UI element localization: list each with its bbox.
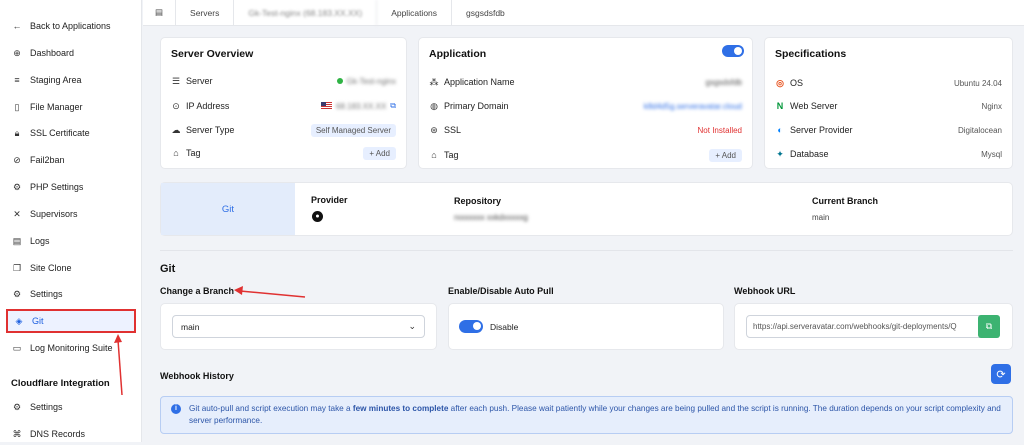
sidebar-item-file-manager[interactable]: ▯ File Manager [6, 96, 136, 118]
digitalocean-icon: ◐ [777, 125, 783, 135]
app-name-value: gsgsdsfdb [705, 77, 742, 87]
lock-icon: 🔒︎ [14, 127, 20, 138]
ip-value: 68.183.XX.XX [336, 101, 387, 111]
specifications-card: Specifications ◎ OS Ubuntu 24.04 N Web S… [764, 37, 1013, 169]
git-info-card: Git Provider ● Repository rxxxxxxx xxkdx… [160, 182, 1013, 236]
nginx-icon: N [776, 101, 784, 111]
server-value[interactable]: Gk-Test-nginx [347, 77, 396, 86]
sidebar-item-git[interactable]: ◈ Git [6, 309, 136, 333]
refresh-button[interactable]: ⟳ [991, 364, 1011, 384]
ssl-icon: ⊛ [430, 124, 438, 135]
copy-webhook-button[interactable]: ⧉ [978, 315, 1000, 338]
ubuntu-icon: ◎ [776, 77, 784, 88]
sidebar: ← Back to Applications ⊕ Dashboard ≡ Sta… [0, 0, 142, 442]
staging-icon: ≡ [14, 75, 20, 85]
server-icon: ☰ [171, 75, 181, 86]
git-section-title: Git [160, 263, 176, 275]
ban-icon: ⊘ [13, 154, 21, 165]
breadcrumb-server[interactable]: Gk-Test-nginx (68.183.XX.XX) [234, 0, 378, 26]
github-icon: ● [312, 211, 323, 222]
info-alert: i Git auto-pull and script execution may… [160, 396, 1013, 434]
sidebar-item-cf-settings[interactable]: ⚙ Settings [6, 396, 136, 418]
location-icon: ⊙ [172, 100, 180, 111]
auto-pull-label: Enable/Disable Auto Pull [448, 286, 554, 296]
sidebar-item-ssl-certificate[interactable]: 🔒︎ SSL Certificate [6, 122, 136, 144]
arrow-to-branch-line [239, 290, 306, 298]
application-title: Application [429, 48, 487, 60]
sidebar-toggle-icon[interactable]: ▤ [143, 0, 177, 26]
chevron-down-icon: ⌄ [408, 321, 416, 331]
sidebar-item-php-settings[interactable]: ⚙ PHP Settings [6, 176, 136, 198]
sidebar-item-supervisors[interactable]: ✕ Supervisors [6, 203, 136, 225]
sidebar-item-site-clone[interactable]: ❐ Site Clone [6, 257, 136, 279]
breadcrumb-bar: ▤ Servers Gk-Test-nginx (68.183.XX.XX) A… [143, 0, 1024, 26]
mysql-icon: ✦ [776, 148, 784, 159]
clone-icon: ❐ [12, 262, 22, 273]
arrow-left-icon: ← [12, 21, 22, 31]
php-icon: ⚙ [12, 181, 22, 192]
branch-select[interactable]: main ⌄ [172, 315, 425, 338]
tools-icon: ✕ [13, 208, 21, 219]
breadcrumb-applications[interactable]: Applications [377, 0, 453, 26]
repository-label: Repository [454, 196, 502, 206]
gear-icon: ⚙ [12, 401, 22, 412]
cloud-icon: ☁ [171, 124, 181, 135]
monitor-icon: ▭ [12, 342, 22, 353]
breadcrumb-servers[interactable]: Servers [176, 0, 235, 26]
git-tab[interactable]: Git [161, 183, 295, 235]
info-icon: i [171, 404, 181, 414]
arrow-to-branch-head [234, 286, 243, 295]
webhook-url-input[interactable]: https://api.serveravatar.com/webhooks/gi… [746, 315, 1000, 338]
server-overview-title: Server Overview [171, 48, 254, 60]
server-type-badge: Self Managed Server [310, 123, 396, 137]
sidebar-item-log-monitoring-suite[interactable]: ▭ Log Monitoring Suite [6, 337, 136, 359]
webhook-url-label: Webhook URL [734, 286, 796, 296]
online-status-dot [336, 78, 343, 84]
server-overview-card: Server Overview ☰ Server Gk-Test-nginx ⊙… [160, 37, 407, 169]
sidebar-item-logs[interactable]: ▤ Logs [6, 230, 136, 252]
ssl-status: Not Installed [697, 125, 742, 135]
specifications-title: Specifications [775, 48, 847, 60]
apps-icon: ⁂ [429, 76, 439, 87]
application-card: Application ⁂ Application Name gsgsdsfdb… [418, 37, 753, 169]
sidebar-item-staging-area[interactable]: ≡ Staging Area [6, 69, 136, 91]
add-app-tag-button[interactable]: + Add [709, 148, 742, 162]
logs-icon: ▤ [12, 235, 22, 246]
gear-icon: ⚙ [12, 288, 22, 299]
repository-value: rxxxxxxx xxkdxxxxxg [454, 213, 528, 222]
file-icon: ▯ [14, 101, 20, 112]
provider-label: Provider [311, 195, 348, 205]
copy-icon: ⧉ [985, 321, 993, 331]
current-branch-label: Current Branch [812, 196, 879, 206]
auto-pull-toggle[interactable] [459, 320, 483, 333]
tag-icon: ⌂ [173, 148, 179, 158]
refresh-icon: ⟳ [996, 368, 1006, 381]
add-tag-button[interactable]: + Add [363, 146, 396, 160]
breadcrumb-application: gsgsdsfdb [466, 7, 505, 18]
copy-icon[interactable]: ⧉ [390, 101, 396, 111]
back-to-applications-link[interactable]: ← Back to Applications [6, 15, 136, 37]
tag-icon: ⌂ [431, 150, 437, 160]
dashboard-icon: ⊕ [13, 47, 21, 58]
change-branch-label: Change a Branch [160, 286, 235, 296]
auto-pull-state: Disable [490, 322, 519, 332]
sidebar-item-settings[interactable]: ⚙ Settings [6, 283, 136, 305]
section-divider [160, 250, 1013, 251]
us-flag-icon [321, 102, 333, 110]
cloudflare-section-heading: Cloudflare Integration [11, 378, 110, 389]
primary-domain-link[interactable]: k8d4d5g.serveravatar.cloud [644, 102, 742, 111]
current-branch-value: main [812, 213, 830, 222]
globe-icon: ◍ [430, 100, 438, 111]
webhook-history-label: Webhook History [160, 371, 234, 381]
dns-icon: ⌘ [12, 428, 22, 439]
sidebar-item-dashboard[interactable]: ⊕ Dashboard [6, 42, 136, 64]
git-icon: ◈ [15, 315, 23, 326]
sidebar-item-fail2ban[interactable]: ⊘ Fail2ban [6, 149, 136, 171]
application-toggle[interactable] [722, 45, 744, 57]
